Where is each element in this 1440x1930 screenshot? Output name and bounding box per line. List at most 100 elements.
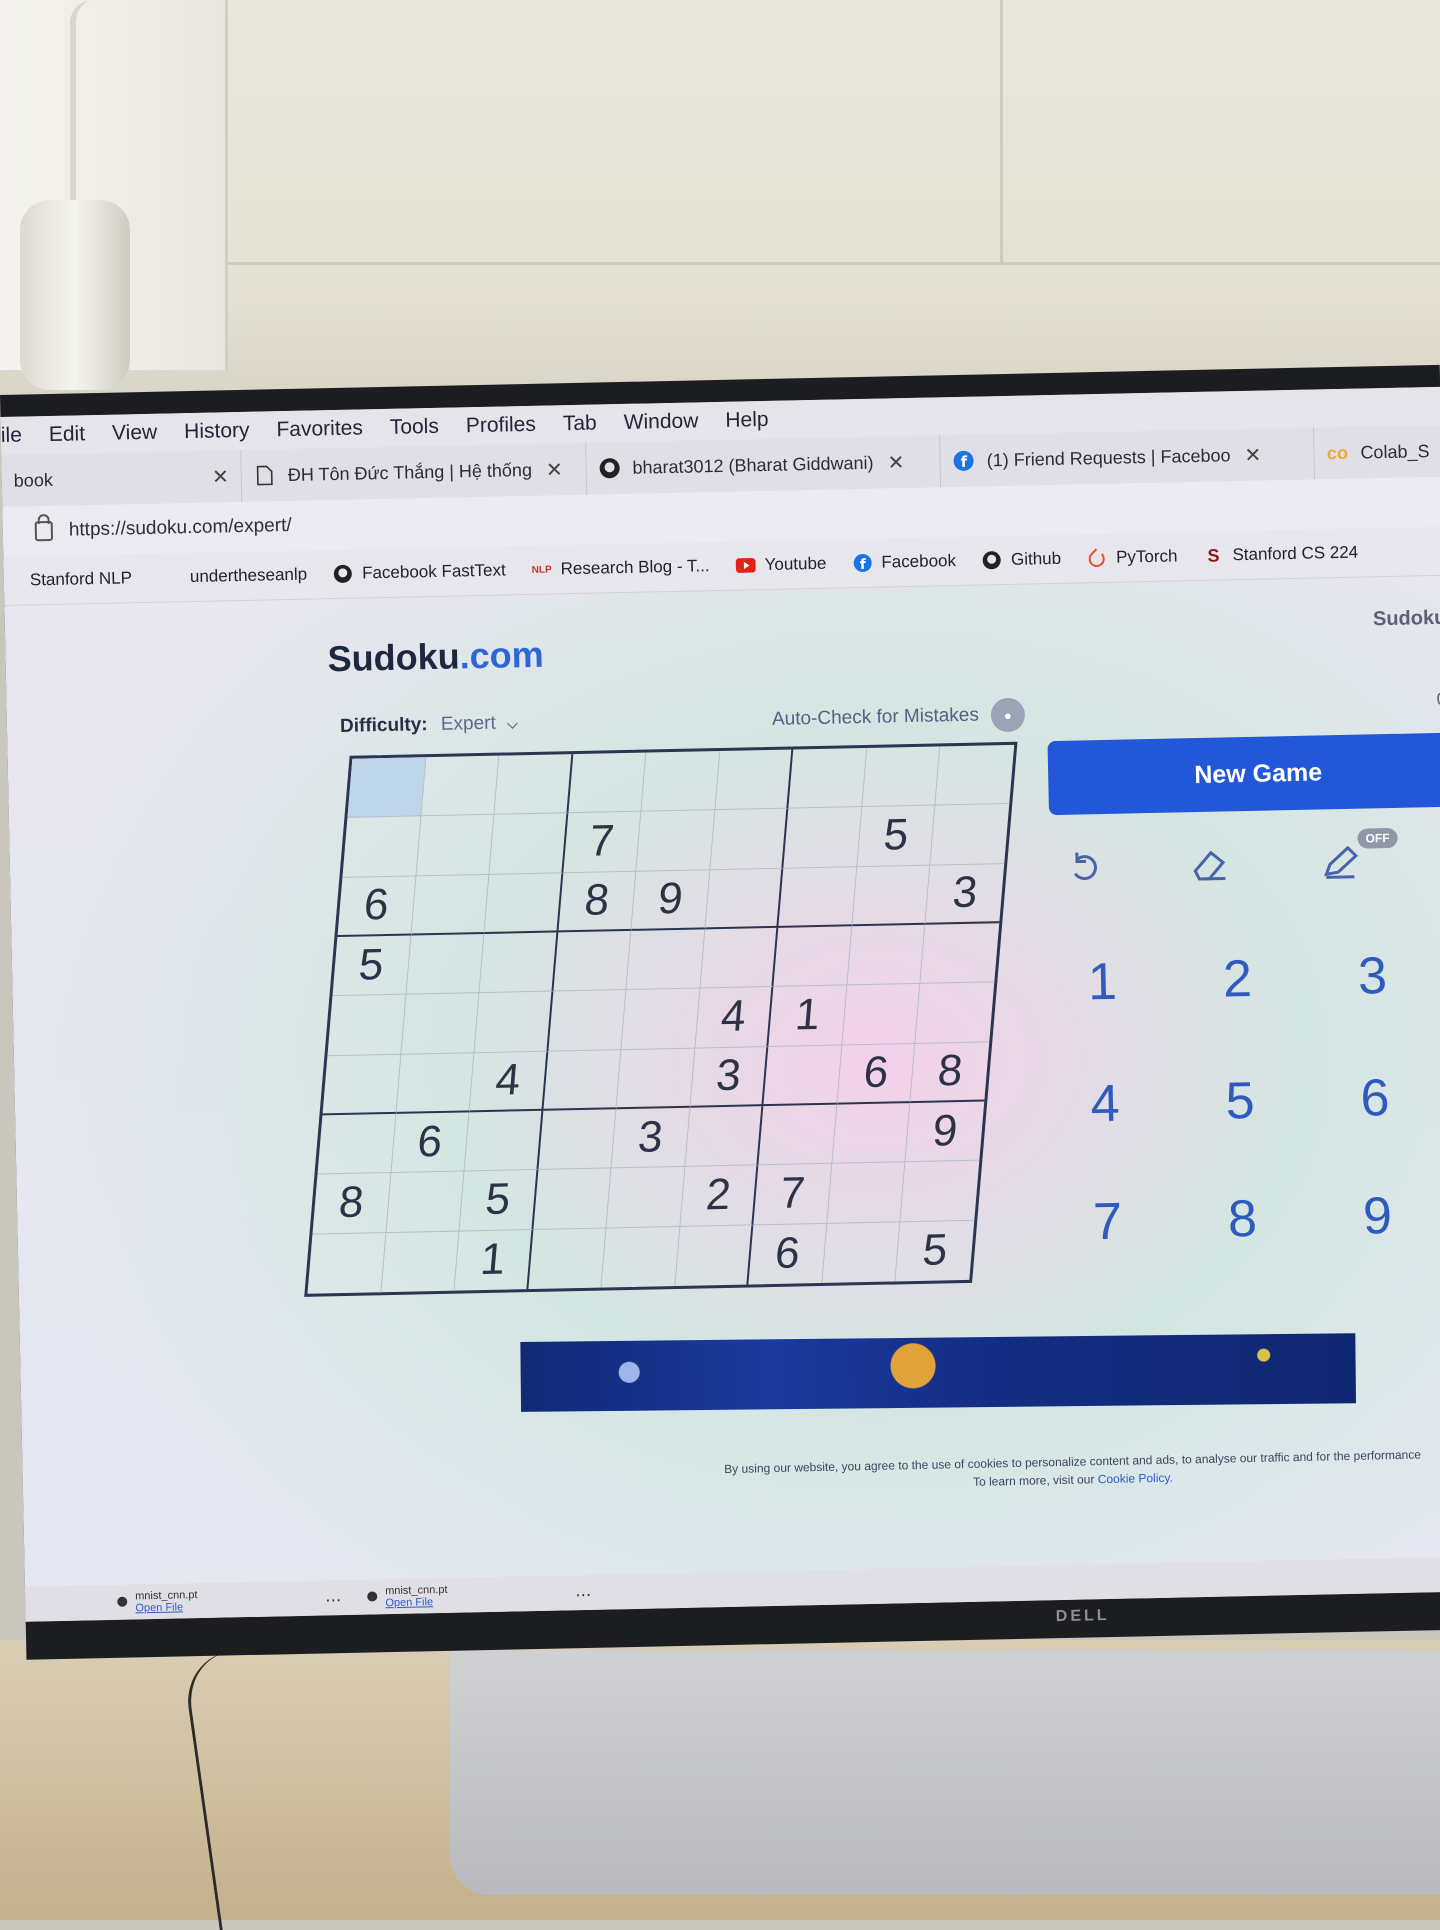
sudoku-cell-r3c5[interactable]: 9 [631, 869, 711, 931]
sudoku-cell-r6c7[interactable] [763, 1045, 843, 1107]
url-text[interactable]: https://sudoku.com/expert/ [69, 515, 292, 542]
number-key-8[interactable]: 8 [1181, 1163, 1303, 1275]
sudoku-cell-r9c2[interactable] [380, 1231, 460, 1293]
sudoku-cell-r9c8[interactable] [822, 1221, 901, 1283]
number-key-2[interactable]: 2 [1176, 923, 1298, 1035]
sudoku-cell-r2c4[interactable]: 7 [563, 811, 642, 873]
sudoku-cell-r7c8[interactable] [832, 1103, 911, 1165]
tab-tdtu[interactable]: ĐH Tôn Đức Thắng | Hệ thống ✕ [241, 442, 587, 502]
sudoku-cell-r1c5[interactable] [641, 750, 721, 812]
sudoku-cell-r6c6[interactable]: 3 [690, 1046, 769, 1108]
download-item[interactable]: mnist_cnn.pt Open File ⋯ [117, 1586, 341, 1614]
menu-tab[interactable]: Tab [563, 412, 597, 437]
sudoku-cell-r3c6[interactable] [705, 868, 784, 930]
sudoku-cell-r8c9[interactable] [900, 1160, 980, 1222]
menu-history[interactable]: History [184, 419, 250, 444]
sudoku-cell-r4c8[interactable] [847, 924, 926, 986]
sudoku-cell-r6c4[interactable] [543, 1049, 622, 1111]
number-key-9[interactable]: 9 [1316, 1160, 1438, 1272]
bookmark-stanford-nlp[interactable]: Stanford NLP [30, 568, 132, 590]
sudoku-cell-r5c3[interactable] [474, 991, 554, 1053]
number-key-6[interactable]: 6 [1314, 1042, 1436, 1154]
sudoku-cell-r2c3[interactable] [489, 813, 568, 875]
sudoku-cell-r8c2[interactable] [385, 1171, 465, 1233]
sudoku-cell-r3c3[interactable] [484, 872, 564, 934]
bookmark-github[interactable]: Github [982, 549, 1061, 571]
auto-check-toggle-row[interactable]: Auto-Check for Mistakes ● [772, 697, 1026, 737]
sudoku-cell-r1c9[interactable] [935, 744, 1015, 806]
menu-file[interactable]: ile [1, 424, 23, 448]
sudoku-cell-r3c1[interactable]: 6 [337, 876, 416, 938]
cookie-policy-link[interactable]: Cookie Policy. [1098, 1471, 1173, 1487]
undo-button[interactable] [1049, 832, 1120, 903]
sudoku-cell-r7c3[interactable] [464, 1110, 544, 1172]
menu-profiles[interactable]: Profiles [466, 413, 537, 438]
number-key-7[interactable]: 7 [1046, 1166, 1168, 1278]
sudoku-cell-r6c1[interactable] [322, 1054, 401, 1116]
sudoku-cell-r8c4[interactable] [533, 1168, 612, 1230]
site-logo[interactable]: Sudoku.com [327, 634, 544, 681]
sudoku-cell-r3c2[interactable] [410, 874, 490, 936]
tab-github-bharat[interactable]: bharat3012 (Bharat Giddwani) ✕ [585, 435, 942, 495]
sudoku-cell-r9c7[interactable]: 6 [748, 1223, 828, 1285]
auto-check-switch[interactable]: ● [990, 697, 1026, 733]
bookmark-stanford-cs224[interactable]: S Stanford CS 224 [1203, 543, 1358, 566]
sudoku-cell-r1c6[interactable] [715, 749, 794, 811]
erase-button[interactable] [1174, 829, 1245, 900]
sudoku-cell-r7c2[interactable]: 6 [390, 1112, 470, 1174]
sudoku-cell-r7c9[interactable]: 9 [905, 1101, 985, 1163]
sudoku-cell-r4c4[interactable] [553, 930, 632, 992]
bookmark-facebook-fasttext[interactable]: Facebook FastText [333, 560, 506, 584]
sudoku-cell-r3c4[interactable]: 8 [558, 871, 637, 933]
sudoku-cell-r3c8[interactable] [852, 865, 931, 927]
close-icon[interactable]: ✕ [546, 457, 563, 482]
sudoku-cell-r7c5[interactable]: 3 [611, 1107, 691, 1169]
new-game-button[interactable]: New Game [1047, 732, 1440, 816]
tab-colab[interactable]: co Colab_S [1314, 425, 1440, 480]
difficulty-value[interactable]: Expert [441, 713, 496, 735]
sudoku-cell-r2c2[interactable] [415, 815, 495, 877]
sudoku-cell-r8c3[interactable]: 5 [459, 1170, 539, 1232]
sudoku-cell-r4c6[interactable] [700, 927, 779, 989]
sudoku-cell-r6c5[interactable] [616, 1048, 696, 1110]
sudoku-cell-r1c4[interactable] [567, 752, 647, 814]
menu-help[interactable]: Help [725, 408, 769, 433]
sudoku-cell-r4c1[interactable]: 5 [332, 935, 411, 997]
sudoku-cell-r3c7[interactable] [778, 866, 858, 928]
sudoku-cell-r5c1[interactable] [327, 994, 406, 1056]
ad-banner[interactable] [520, 1333, 1357, 1412]
sudoku-cell-r9c6[interactable] [675, 1225, 754, 1287]
more-icon[interactable]: ⋯ [325, 1590, 341, 1610]
sudoku-cell-r3c9[interactable]: 3 [925, 863, 1005, 925]
close-icon[interactable]: ✕ [1244, 442, 1261, 467]
sudoku-cell-r4c3[interactable] [479, 932, 559, 994]
sudoku-cell-r6c8[interactable]: 6 [837, 1043, 916, 1105]
sudoku-cell-r5c5[interactable] [621, 988, 701, 1050]
sudoku-cell-r7c7[interactable] [758, 1104, 838, 1166]
sudoku-cell-r6c2[interactable] [395, 1052, 475, 1114]
sudoku-cell-r2c6[interactable] [710, 808, 789, 870]
more-icon[interactable]: ⋯ [575, 1584, 591, 1604]
sudoku-cell-r5c2[interactable] [400, 993, 480, 1055]
sudoku-cell-r1c1[interactable] [347, 757, 426, 819]
header-nav-sudoku[interactable]: Sudoku [1373, 607, 1440, 632]
sudoku-cell-r4c2[interactable] [405, 933, 485, 995]
sudoku-cell-r9c5[interactable] [601, 1226, 681, 1288]
close-icon[interactable]: ✕ [887, 450, 904, 475]
sudoku-cell-r1c7[interactable] [788, 747, 868, 809]
sudoku-cell-r4c9[interactable] [920, 923, 1000, 985]
sudoku-cell-r4c7[interactable] [773, 926, 853, 988]
sudoku-cell-r9c9[interactable]: 5 [896, 1220, 975, 1281]
sudoku-cell-r8c7[interactable]: 7 [753, 1164, 833, 1226]
tab-facebook-requests[interactable]: f (1) Friend Requests | Faceboo ✕ [940, 427, 1315, 488]
sudoku-cell-r7c1[interactable] [317, 1113, 396, 1175]
sudoku-cell-r9c3[interactable]: 1 [454, 1229, 534, 1291]
bookmark-youtube[interactable]: Youtube [735, 554, 827, 576]
sudoku-cell-r7c6[interactable] [685, 1106, 764, 1168]
sudoku-cell-r9c1[interactable] [307, 1232, 386, 1294]
sudoku-cell-r7c4[interactable] [538, 1109, 617, 1171]
close-icon[interactable]: ✕ [212, 464, 229, 489]
sudoku-cell-r8c1[interactable]: 8 [312, 1173, 391, 1235]
sudoku-cell-r2c9[interactable] [930, 804, 1010, 866]
sudoku-cell-r2c8[interactable]: 5 [857, 805, 936, 867]
